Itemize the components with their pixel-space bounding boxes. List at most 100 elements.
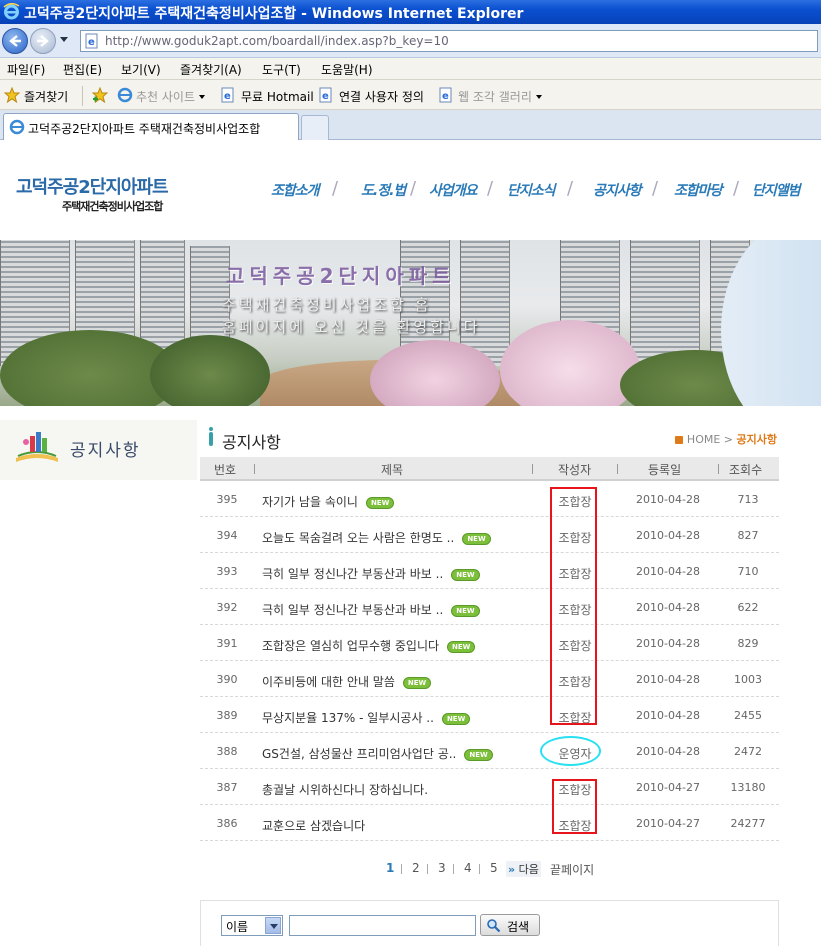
row-subject-link[interactable]: 총궐날 시위하신다니 장하십니다. xyxy=(262,781,428,798)
breadcrumb-home[interactable]: HOME xyxy=(687,433,720,446)
menu-edit[interactable]: 편집(E) xyxy=(63,61,102,78)
header-separator xyxy=(532,464,533,474)
next-page-button[interactable]: » 다음 xyxy=(506,861,541,877)
banner-building xyxy=(630,240,700,366)
last-page-link[interactable]: 끝페이지 xyxy=(550,861,594,878)
ie-page-icon xyxy=(117,87,133,103)
row-subject-link[interactable]: 교훈으로 삼겠습니다 xyxy=(262,817,365,834)
row-number: 387 xyxy=(216,781,238,794)
row-subject-link[interactable]: 무상지분율 137% - 일부시공사 .. NEW xyxy=(262,709,471,726)
fav-web-slice-label: 웹 조각 갤러리 xyxy=(458,90,532,104)
row-hits: 24277 xyxy=(730,817,766,830)
row-number: 391 xyxy=(216,637,238,650)
search-input[interactable] xyxy=(289,915,476,936)
nav-project-overview[interactable]: 사업개요 xyxy=(429,180,478,200)
page-link[interactable]: 3 xyxy=(438,861,446,875)
page-link[interactable]: 2 xyxy=(412,861,420,875)
row-subject-text: 극히 일부 정신나간 부동산과 바보 .. xyxy=(262,567,444,581)
chevron-down-icon xyxy=(199,95,206,99)
browser-tab-active[interactable]: 고덕주공2단지아파트 주택재건축정비사업조합 xyxy=(3,113,299,140)
tab-bar: 고덕주공2단지아파트 주택재건축정비사업조합 xyxy=(0,110,821,140)
favorites-button[interactable]: 즐겨찾기 xyxy=(24,88,68,105)
page-separator xyxy=(479,864,480,874)
nav-complex-album[interactable]: 단지앨범 xyxy=(752,180,801,200)
nav-union-intro[interactable]: 조합소개 xyxy=(271,180,320,200)
fav-customize-links[interactable]: 연결 사용자 정의 xyxy=(339,88,424,105)
row-number: 393 xyxy=(216,565,238,578)
new-badge: NEW xyxy=(447,641,476,653)
fav-hotmail[interactable]: 무료 Hotmail xyxy=(241,88,314,105)
row-subject-link[interactable]: 오늘도 목숨걸려 오는 사람은 한명도 .. NEW xyxy=(262,529,491,546)
menu-bar: 파일(F) 편집(E) 보기(V) 즐겨찾기(A) 도구(T) 도움말(H) xyxy=(0,58,821,80)
menu-view[interactable]: 보기(V) xyxy=(121,61,161,78)
column-header-subject: 제목 xyxy=(381,463,404,477)
history-dropdown[interactable] xyxy=(60,37,68,42)
chevron-down-icon xyxy=(265,917,281,934)
menu-tools[interactable]: 도구(T) xyxy=(262,61,301,78)
row-number: 388 xyxy=(216,745,238,758)
home-arrow-icon xyxy=(675,436,684,444)
search-button[interactable]: 검색 xyxy=(480,914,540,936)
favorites-bar: 즐겨찾기 추천 사이트 e 무료 Hotmail e 연결 사용자 정의 e 웹… xyxy=(0,80,821,110)
table-row: 388 GS건설, 삼성물산 프리미엄사업단 공.. NEW 운영자 2010-0… xyxy=(200,733,779,769)
nav-separator: / xyxy=(410,178,417,199)
row-subject-link[interactable]: 이주비등에 대한 안내 말씀 NEW xyxy=(262,673,432,690)
ie-logo-icon xyxy=(3,3,20,20)
next-page-label: 다음 xyxy=(518,863,539,876)
search-area: 이름 검색 xyxy=(200,900,779,946)
forward-button[interactable] xyxy=(30,28,56,54)
table-header: 번호 제목 작성자 등록일 조회수 xyxy=(200,457,779,481)
row-subject-link[interactable]: 극히 일부 정신나간 부동산과 바보 .. NEW xyxy=(262,565,480,582)
fav-web-slice-gallery[interactable]: 웹 조각 갤러리 xyxy=(458,88,542,105)
menu-favorites[interactable]: 즐겨찾기(A) xyxy=(180,61,242,78)
board-title: 공지사항 xyxy=(222,433,281,452)
nav-separator: / xyxy=(652,178,659,199)
page-link[interactable]: 4 xyxy=(464,861,472,875)
row-date: 2010-04-28 xyxy=(636,745,700,758)
svg-text:e: e xyxy=(442,91,449,102)
row-subject-link[interactable]: GS건설, 삼성물산 프리미엄사업단 공.. NEW xyxy=(262,745,493,762)
address-input[interactable]: e http://www.goduk2apt.com/boardall/inde… xyxy=(80,30,818,52)
nav-union-yard[interactable]: 조합마당 xyxy=(674,180,723,200)
page-icon: e xyxy=(439,87,452,103)
svg-text:e: e xyxy=(224,91,231,102)
add-favorite-icon[interactable] xyxy=(92,87,108,103)
fav-suggested-sites[interactable]: 추천 사이트 xyxy=(136,88,206,105)
nav-separator: / xyxy=(733,178,740,199)
row-hits: 13180 xyxy=(730,781,766,794)
table-row: 389 무상지분율 137% - 일부시공사 .. NEW 조합장 2010-04… xyxy=(200,697,779,733)
row-subject-link[interactable]: 조합장은 열심히 업무수행 중입니다 NEW xyxy=(262,637,476,654)
table-row: 394 오늘도 목숨걸려 오는 사람은 한명도 .. NEW 조합장 2010-0… xyxy=(200,517,779,553)
column-header-author: 작성자 xyxy=(558,463,592,477)
title-marker-icon xyxy=(209,427,213,446)
search-field-select[interactable]: 이름 xyxy=(221,915,283,936)
nav-complex-news[interactable]: 단지소식 xyxy=(507,180,556,200)
row-date: 2010-04-28 xyxy=(636,601,700,614)
row-subject-link[interactable]: 극히 일부 정신나간 부동산과 바보 .. NEW xyxy=(262,601,480,618)
arrow-right-icon xyxy=(37,35,49,47)
row-number: 395 xyxy=(216,493,238,506)
row-subject-text: 무상지분율 137% - 일부시공사 .. xyxy=(262,711,434,725)
page-icon: e xyxy=(221,87,234,103)
nav-notices[interactable]: 공지사항 xyxy=(593,180,642,200)
page-separator xyxy=(401,864,402,874)
row-subject-link[interactable]: 자기가 남을 속이니 NEW xyxy=(262,493,395,510)
nav-separator: / xyxy=(332,178,339,199)
new-badge: NEW xyxy=(402,677,432,689)
row-number: 392 xyxy=(216,601,238,614)
site-logo-title[interactable]: 고덕주공2단지아파트 xyxy=(16,173,169,199)
menu-file[interactable]: 파일(F) xyxy=(7,61,45,78)
back-button[interactable] xyxy=(2,28,28,54)
new-tab-button[interactable] xyxy=(301,115,329,140)
row-date: 2010-04-28 xyxy=(636,493,700,506)
row-number: 390 xyxy=(216,673,238,686)
row-date: 2010-04-28 xyxy=(636,673,700,686)
page-link[interactable]: 5 xyxy=(490,861,498,875)
nav-law[interactable]: 도.정.법 xyxy=(361,180,406,200)
menu-help[interactable]: 도움말(H) xyxy=(321,61,373,78)
column-header-date: 등록일 xyxy=(648,463,682,477)
double-chevron-right-icon: » xyxy=(508,863,516,876)
breadcrumb-separator: > xyxy=(723,433,734,446)
window-titlebar: 고덕주공2단지아파트 주택재건축정비사업조합 - Windows Interne… xyxy=(0,0,821,24)
page-link-current[interactable]: 1 xyxy=(386,861,394,875)
